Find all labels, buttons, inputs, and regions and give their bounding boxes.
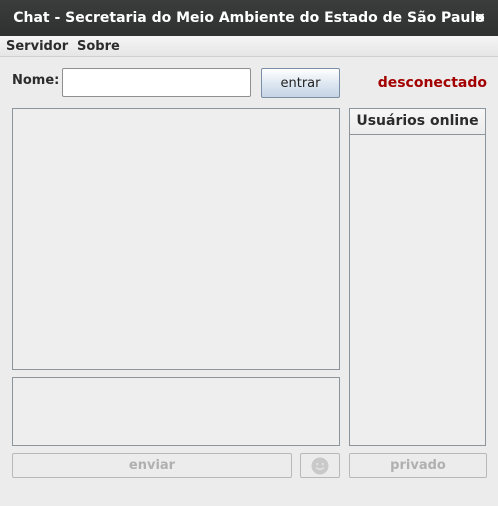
messages-area[interactable] [12,108,340,370]
menu-servidor[interactable]: Servidor [6,38,68,55]
smiley-icon [311,457,329,475]
emoji-button[interactable] [300,453,340,478]
online-users-panel: Usuários online [349,108,486,446]
online-users-list[interactable] [350,137,485,445]
menubar: Servidor Sobre [0,36,498,57]
connection-status: desconectado [377,75,487,91]
menu-sobre[interactable]: Sobre [77,38,120,55]
window-titlebar: Chat - Secretaria do Meio Ambiente do Es… [0,0,498,36]
name-label: Nome: [12,73,60,88]
name-input[interactable] [62,68,251,97]
private-button[interactable]: privado [349,453,487,478]
message-input[interactable] [12,377,340,446]
send-button[interactable]: enviar [12,453,292,478]
online-users-header: Usuários online [350,109,485,135]
close-icon[interactable]: × [468,0,492,36]
enter-button[interactable]: entrar [261,68,340,98]
window-title: Chat - Secretaria do Meio Ambiente do Es… [13,10,485,26]
